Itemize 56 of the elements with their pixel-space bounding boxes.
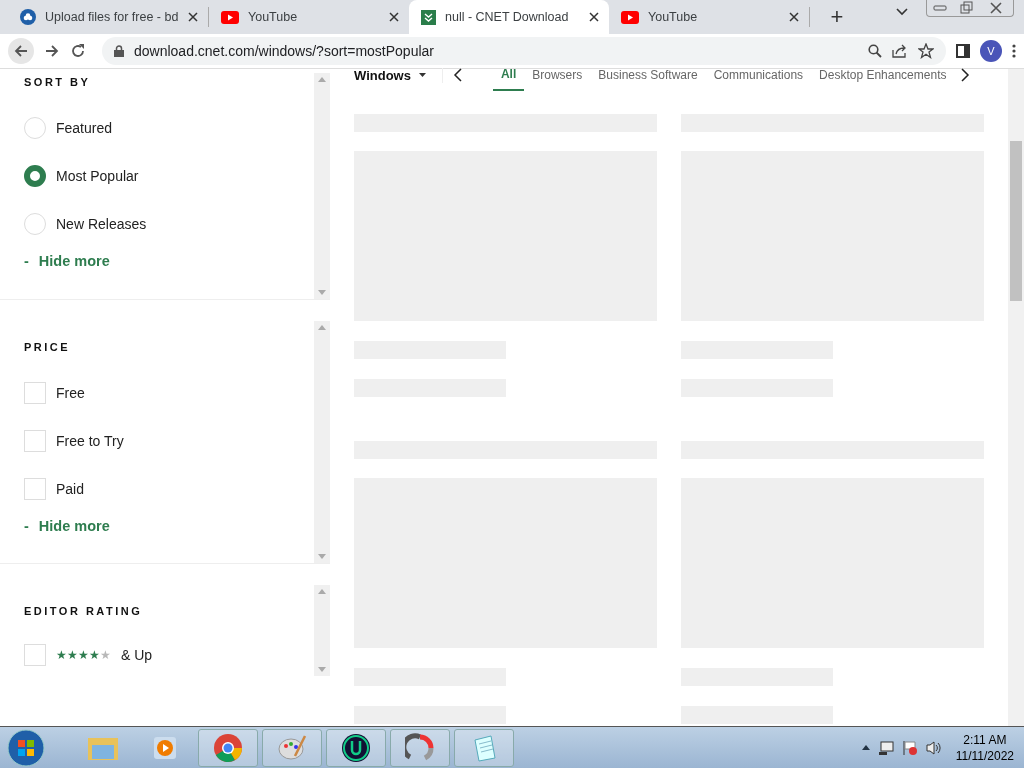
play-icon — [221, 10, 239, 24]
checkbox-option[interactable]: Free — [24, 369, 314, 417]
caret-icon — [418, 73, 426, 77]
network-icon[interactable] — [877, 739, 894, 756]
rating-label: & Up — [121, 646, 153, 663]
forward-icon[interactable] — [44, 43, 60, 59]
filter-heading: EDITOR RATING — [24, 605, 144, 617]
close-icon[interactable] — [789, 12, 799, 22]
filter-heading: SORT BY — [24, 76, 92, 88]
search-icon[interactable] — [868, 44, 882, 58]
lock-icon — [114, 45, 124, 57]
side-panel-icon[interactable] — [956, 44, 970, 58]
ring-app-icon[interactable] — [405, 732, 435, 763]
platform-dropdown[interactable]: Windows — [354, 67, 443, 83]
chrome-icon[interactable] — [213, 732, 243, 763]
letter-u-app-icon[interactable] — [341, 732, 371, 763]
radio-option[interactable]: Most Popular — [24, 152, 314, 200]
profile-avatar[interactable]: V — [980, 40, 1002, 62]
new-tab-button[interactable]: + — [822, 0, 852, 34]
browser-tab[interactable]: YouTube — [609, 0, 809, 34]
close-icon[interactable] — [589, 12, 599, 22]
volume-icon[interactable] — [925, 739, 942, 756]
star-icon[interactable] — [918, 43, 934, 59]
radio-option[interactable]: Featured — [24, 104, 314, 152]
share-icon[interactable] — [892, 44, 908, 58]
back-arrow-icon — [13, 43, 29, 59]
category-tab[interactable]: All — [492, 59, 525, 91]
cloud-icon — [20, 9, 36, 25]
tray-arrow-icon[interactable] — [861, 745, 870, 750]
checkbox-option[interactable]: Paid — [24, 465, 314, 513]
close-icon[interactable] — [188, 12, 198, 22]
menu-icon[interactable] — [1012, 44, 1016, 58]
close-icon[interactable] — [389, 12, 399, 22]
radio-option[interactable]: New Releases — [24, 200, 314, 248]
clock-date[interactable]: 11/11/2022 — [955, 747, 1014, 764]
star-rating: ★★★★★ — [56, 647, 111, 662]
start-button[interactable] — [6, 728, 46, 767]
paint-palette-icon[interactable] — [277, 733, 307, 762]
hide-more-link[interactable]: - Hide more — [24, 253, 314, 269]
reload-icon[interactable] — [70, 43, 86, 59]
download-icon — [421, 9, 436, 25]
checkbox[interactable] — [24, 643, 46, 666]
flag-icon[interactable] — [901, 739, 918, 756]
scrollbar[interactable] — [1008, 69, 1024, 728]
back-button[interactable] — [8, 38, 34, 64]
address-bar[interactable]: download.cnet.com/windows/?sort=mostPopular — [102, 37, 946, 65]
browser-tab[interactable]: YouTube — [209, 0, 409, 34]
hide-more-link[interactable]: - Hide more — [24, 518, 314, 534]
media-player-icon[interactable] — [152, 734, 178, 761]
clock-time[interactable]: 2:11 AM — [963, 731, 1007, 748]
checkbox-option[interactable]: Free to Try — [24, 417, 314, 465]
play-icon — [621, 10, 639, 24]
chevron-down-icon[interactable] — [896, 8, 908, 16]
browser-tab[interactable]: Upload files for free - bd — [8, 0, 208, 34]
filter-heading: PRICE — [24, 341, 72, 353]
browser-tab[interactable]: null - CNET Download — [409, 0, 609, 34]
